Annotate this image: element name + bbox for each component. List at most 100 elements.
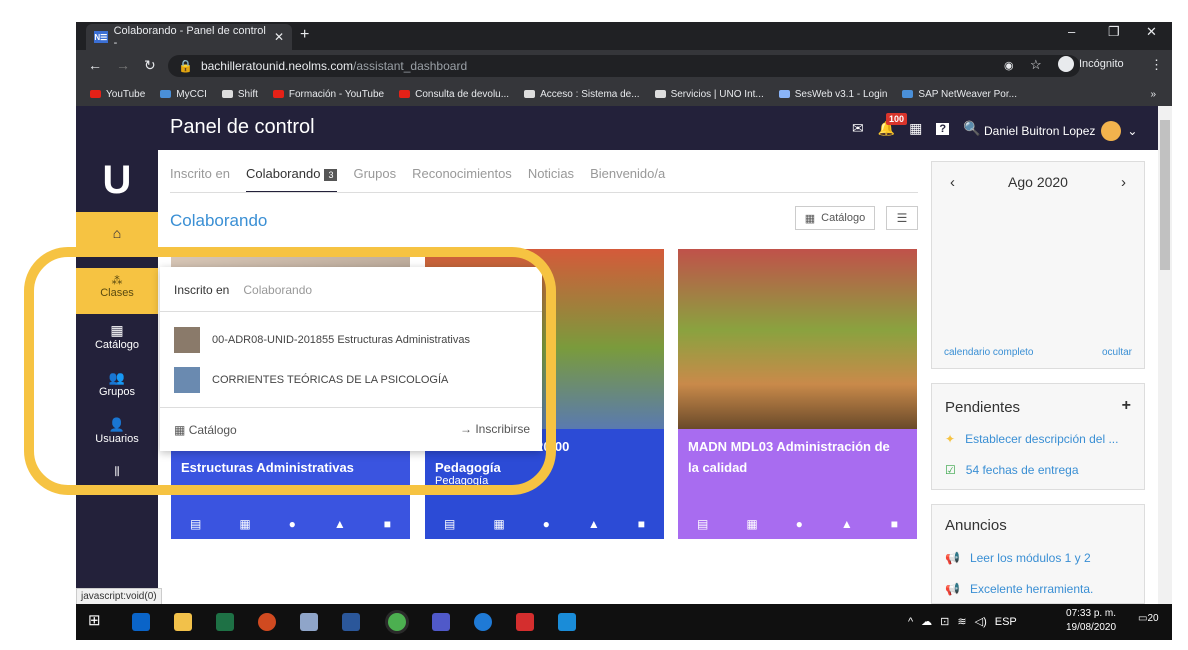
- list-item[interactable]: 📢 Excelente herramienta.: [945, 582, 1093, 596]
- bookmark[interactable]: SAP NetWeaver Por...: [902, 89, 1017, 100]
- outlook-icon[interactable]: [132, 613, 150, 631]
- bell-icon[interactable]: ▲: [841, 517, 853, 531]
- list-item[interactable]: ☑ 54 fechas de entrega: [945, 463, 1079, 477]
- calendar-icon[interactable]: ▦: [746, 517, 757, 531]
- gradebook-icon[interactable]: ▤: [190, 517, 201, 531]
- help-icon[interactable]: ?: [936, 122, 950, 135]
- onedrive-icon[interactable]: ☁: [921, 615, 932, 628]
- volume-icon[interactable]: ◁): [975, 615, 987, 628]
- forward-icon[interactable]: →: [116, 57, 130, 73]
- bookmark[interactable]: Consulta de devolu...: [399, 89, 509, 100]
- teams-icon[interactable]: [432, 613, 450, 631]
- catalog-button[interactable]: ▦ Catálogo: [795, 206, 875, 230]
- clock-icon[interactable]: ●: [796, 517, 803, 531]
- windows-icon[interactable]: ⊞: [88, 611, 101, 629]
- calendar-icon[interactable]: ▦: [239, 517, 250, 531]
- panel-title: Anuncios: [945, 517, 1007, 534]
- reload-icon[interactable]: ↻: [144, 57, 156, 74]
- tab-bienvenido[interactable]: Bienvenido/a: [590, 166, 665, 193]
- wifi-icon[interactable]: ≋: [957, 615, 966, 628]
- gradebook-icon[interactable]: ▤: [697, 517, 708, 531]
- network-icon[interactable]: ⊡: [940, 615, 949, 628]
- minimize-icon[interactable]: –: [1068, 24, 1075, 39]
- user-menu[interactable]: Daniel Buitron Lopez ⌄: [984, 121, 1137, 141]
- scrollbar[interactable]: [1158, 106, 1172, 604]
- close-tab-icon[interactable]: ✕: [274, 30, 284, 44]
- powerpoint-icon[interactable]: [258, 613, 276, 631]
- menu-icon[interactable]: ⋮: [1150, 57, 1163, 73]
- app-icon[interactable]: [558, 613, 576, 631]
- tab-colaborando[interactable]: Colaborando 3: [245, 166, 338, 193]
- hide-link[interactable]: ocultar: [1102, 347, 1132, 358]
- bookmark-icon: [221, 90, 233, 98]
- bookmark[interactable]: Shift: [221, 89, 258, 100]
- search-icon[interactable]: 🔍: [963, 120, 980, 137]
- file-icon[interactable]: ■: [384, 517, 391, 531]
- bookmark-icon: [272, 90, 284, 98]
- excel-icon[interactable]: [216, 613, 234, 631]
- star-icon[interactable]: ☆: [1030, 57, 1042, 73]
- mail-icon[interactable]: ✉: [852, 120, 864, 137]
- bookmark[interactable]: MyCCI: [160, 89, 207, 100]
- list-item[interactable]: ✦ Establecer descripción del ...: [945, 432, 1118, 446]
- bookmark-icon: [160, 90, 172, 98]
- file-icon[interactable]: ■: [638, 517, 645, 531]
- pendientes-panel: Pendientes + ✦ Establecer descripción del…: [931, 383, 1145, 490]
- grid-icon: ▦: [804, 212, 816, 225]
- tab-reconocimientos[interactable]: Reconocimientos: [412, 166, 512, 193]
- chevron-up-icon[interactable]: ^: [908, 616, 913, 628]
- list-view-button[interactable]: ☰: [886, 206, 918, 230]
- tab-count: 3: [324, 169, 338, 181]
- gradebook-icon[interactable]: ▤: [444, 517, 455, 531]
- bookmark-icon: [90, 90, 101, 98]
- clock[interactable]: 07:33 p. m. 19/08/2020: [1066, 607, 1116, 635]
- word-icon[interactable]: [342, 613, 360, 631]
- panel-title: Pendientes: [945, 399, 1021, 416]
- tab-title: Colaborando - Panel de control -: [113, 25, 266, 49]
- logo[interactable]: U: [76, 150, 158, 210]
- browser-tab[interactable]: N☰ Colaborando - Panel de control - ✕: [86, 24, 292, 50]
- language-indicator[interactable]: ESP: [995, 616, 1017, 628]
- back-icon[interactable]: ←: [88, 57, 102, 73]
- url-path: /assistant_dashboard: [353, 59, 468, 73]
- full-calendar-link[interactable]: calendario completo: [944, 347, 1034, 358]
- clock-icon[interactable]: ●: [543, 517, 550, 531]
- calendar-icon[interactable]: ▦: [909, 120, 922, 137]
- tracking-icon[interactable]: ◉: [1004, 59, 1014, 72]
- acrobat-icon[interactable]: [516, 613, 534, 631]
- clock-icon[interactable]: ●: [289, 517, 296, 531]
- bookmark[interactable]: Formación - YouTube: [272, 89, 384, 100]
- bookmark[interactable]: Acceso : Sistema de...: [524, 89, 640, 100]
- tab-inscrito[interactable]: Inscrito en: [170, 166, 230, 193]
- close-window-icon[interactable]: ✕: [1146, 24, 1157, 40]
- tab-noticias[interactable]: Noticias: [528, 166, 574, 193]
- bookmark[interactable]: YouTube: [90, 89, 145, 100]
- card-icons: ▤ ▦ ● ▲ ■: [678, 517, 917, 531]
- scrollbar-thumb[interactable]: [1160, 120, 1170, 270]
- status-bar: javascript:void(0): [76, 588, 162, 605]
- bell-icon[interactable]: ▲: [334, 517, 346, 531]
- chrome-icon[interactable]: [388, 613, 406, 631]
- list-item[interactable]: 📢 Leer los módulos 1 y 2: [945, 551, 1091, 565]
- address-bar[interactable]: 🔒 bachilleratounid.neolms.com /assistant…: [168, 55, 1080, 77]
- calendar-panel: ‹ Ago 2020 › calendario completo ocultar: [931, 161, 1145, 369]
- maximize-icon[interactable]: ❐: [1108, 24, 1120, 40]
- edge-icon[interactable]: [474, 613, 492, 631]
- add-icon[interactable]: +: [1122, 397, 1131, 415]
- bookmark[interactable]: Servicios | UNO Int...: [654, 89, 764, 100]
- megaphone-icon: 📢: [945, 551, 960, 565]
- file-icon[interactable]: ■: [891, 517, 898, 531]
- bookmark[interactable]: SesWeb v3.1 - Login: [778, 89, 887, 100]
- course-card[interactable]: MADN MDL03 Administración de la calidad …: [678, 249, 917, 539]
- incognito-indicator[interactable]: Incógnito: [1058, 56, 1124, 72]
- tab-grupos[interactable]: Grupos: [353, 166, 396, 193]
- snipping-icon[interactable]: [300, 613, 318, 631]
- new-tab-icon[interactable]: +: [300, 26, 309, 44]
- card-icons: ▤ ▦ ● ▲ ■: [425, 517, 664, 531]
- calendar-icon[interactable]: ▦: [493, 517, 504, 531]
- bell-icon[interactable]: ▲: [588, 517, 600, 531]
- chevron-right-icon[interactable]: ›: [1121, 174, 1126, 191]
- folder-icon[interactable]: [174, 613, 192, 631]
- bookmarks-more[interactable]: »: [1150, 89, 1156, 100]
- notification-center[interactable]: ▭20: [1138, 613, 1159, 624]
